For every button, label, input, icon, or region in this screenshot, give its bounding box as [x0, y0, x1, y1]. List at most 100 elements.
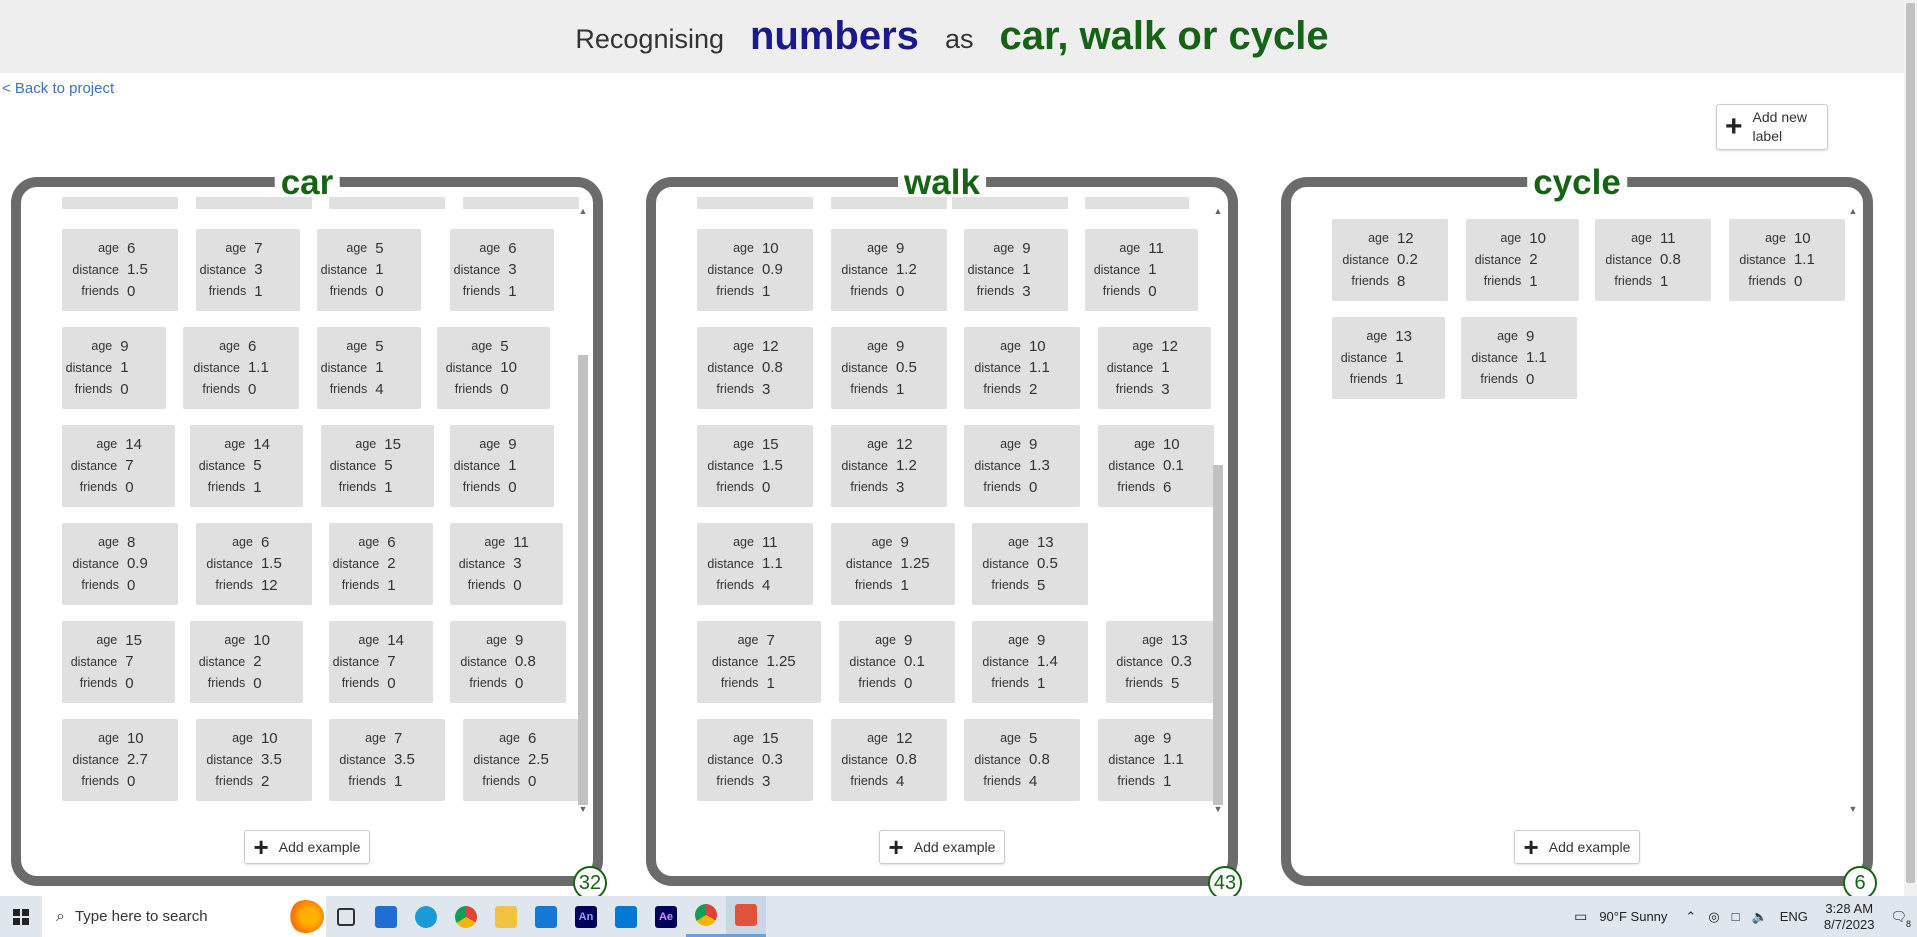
example-card-partial[interactable]	[62, 197, 178, 209]
example-card[interactable]: age 5 distance 10 friends 0	[437, 327, 550, 409]
examples-scrollbar[interactable]: ▲ ▼	[1847, 205, 1859, 815]
example-card[interactable]: age 10 distance 1.1 friends 0	[1729, 219, 1845, 301]
example-card[interactable]: age 9 distance 1.3 friends 0	[964, 425, 1080, 507]
example-card-partial[interactable]	[463, 197, 579, 209]
language-indicator[interactable]: ENG	[1780, 909, 1808, 924]
scroll-down-icon[interactable]: ▼	[1847, 803, 1859, 815]
examples-list[interactable]: age 12 distance 0.2 friends 8 age 10 distance 2 fr…	[1311, 197, 1851, 812]
example-card[interactable]: age 7 distance 3 friends 1	[196, 229, 300, 311]
example-card[interactable]: age 15 distance 1.5 friends 0	[697, 425, 813, 507]
add-new-label-button[interactable]: + Add new label	[1716, 104, 1828, 150]
example-card[interactable]: age 10 distance 2 friends 1	[1466, 219, 1579, 301]
example-card-partial[interactable]	[329, 197, 445, 209]
example-card[interactable]: age 14 distance 5 friends 1	[190, 425, 303, 507]
meet-now-icon[interactable]: ◎	[1708, 909, 1719, 925]
example-card[interactable]: age 12 distance 0.8 friends 3	[697, 327, 813, 409]
example-card[interactable]: age 6 distance 1.1 friends 0	[183, 327, 299, 409]
example-card[interactable]: age 11 distance 1 friends 0	[1085, 229, 1198, 311]
example-card[interactable]: age 15 distance 0.3 friends 3	[697, 719, 813, 801]
example-card[interactable]: age 14 distance 7 friends 0	[329, 621, 433, 703]
example-card[interactable]: age 7 distance 1.25 friends 1	[697, 621, 821, 703]
example-card[interactable]: age 9 distance 0.8 friends 0	[450, 621, 566, 703]
scroll-down-icon[interactable]: ▼	[577, 803, 589, 815]
scroll-thumb[interactable]	[578, 355, 588, 805]
back-to-project-link[interactable]: < Back to project	[2, 80, 114, 97]
scroll-up-icon[interactable]: ▲	[1847, 205, 1859, 217]
example-card[interactable]: age 5 distance 1 friends 4	[317, 327, 421, 409]
page-scrollbar[interactable]	[1904, 0, 1917, 896]
example-card[interactable]: age 6 distance 1.5 friends 12	[196, 523, 312, 605]
example-card[interactable]: age 9 distance 1 friends 0	[62, 327, 166, 409]
example-card[interactable]: age 5 distance 0.8 friends 4	[964, 719, 1080, 801]
example-card-partial[interactable]	[196, 197, 312, 209]
chevron-up-icon[interactable]: ⌃	[1685, 909, 1696, 925]
example-card[interactable]: age 9 distance 0.5 friends 1	[831, 327, 947, 409]
example-card[interactable]: age 13 distance 0.5 friends 5	[972, 523, 1088, 605]
examples-scrollbar[interactable]: ▲ ▼	[1212, 205, 1224, 815]
chrome-icon[interactable]	[446, 896, 486, 937]
network-icon[interactable]: □	[1732, 909, 1740, 924]
chrome-profile-icon[interactable]	[686, 896, 726, 937]
example-card[interactable]: age 5 distance 1 friends 0	[317, 229, 421, 311]
example-card[interactable]: age 14 distance 7 friends 0	[62, 425, 175, 507]
example-card[interactable]: age 13 distance 1 friends 1	[1332, 317, 1445, 399]
examples-list[interactable]: age 6 distance 1.5 friends 0 age 7 distance 3 frie…	[41, 197, 581, 812]
example-card[interactable]: age 6 distance 3 friends 1	[450, 229, 554, 311]
example-card[interactable]: age 9 distance 1.1 friends 0	[1461, 317, 1577, 399]
edge-icon[interactable]	[406, 896, 446, 937]
examples-list[interactable]: age 10 distance 0.9 friends 1 age 9 distance 1.2 f…	[676, 197, 1216, 812]
scroll-down-icon[interactable]: ▼	[1212, 803, 1224, 815]
example-card[interactable]: age 9 distance 1.4 friends 1	[972, 621, 1088, 703]
example-card[interactable]: age 10 distance 1.1 friends 2	[964, 327, 1080, 409]
add-example-button[interactable]: + Add example	[1514, 830, 1640, 864]
example-card[interactable]: age 10 distance 2 friends 0	[190, 621, 303, 703]
example-card[interactable]: age 10 distance 0.1 friends 6	[1098, 425, 1214, 507]
example-card[interactable]: age 9 distance 1.1 friends 1	[1098, 719, 1214, 801]
after-effects-icon[interactable]: Ae	[646, 896, 686, 937]
example-card[interactable]: age 13 distance 0.3 friends 5	[1106, 621, 1216, 703]
example-card[interactable]: age 11 distance 0.8 friends 1	[1595, 219, 1711, 301]
example-card-partial[interactable]	[831, 197, 947, 209]
example-card[interactable]: age 15 distance 5 friends 1	[321, 425, 434, 507]
example-card[interactable]: age 11 distance 3 friends 0	[450, 523, 563, 605]
app-icon[interactable]	[726, 896, 766, 937]
example-card-partial[interactable]	[952, 197, 1068, 209]
example-card[interactable]: age 10 distance 3.5 friends 2	[196, 719, 312, 801]
mail-icon[interactable]	[526, 896, 566, 937]
notification-icon[interactable]: 🗨 8	[1890, 909, 1911, 929]
example-card[interactable]: age 15 distance 7 friends 0	[62, 621, 175, 703]
example-card[interactable]: age 6 distance 2 friends 1	[329, 523, 433, 605]
example-card[interactable]: age 9 distance 0.1 friends 0	[839, 621, 955, 703]
file-explorer-icon[interactable]	[486, 896, 526, 937]
page-scroll-thumb[interactable]	[1906, 3, 1915, 883]
example-card[interactable]: age 6 distance 1.5 friends 0	[62, 229, 178, 311]
example-card[interactable]: age 6 distance 2.5 friends 0	[463, 719, 579, 801]
scroll-up-icon[interactable]: ▲	[1212, 205, 1224, 217]
example-card[interactable]: age 10 distance 0.9 friends 1	[697, 229, 813, 311]
example-card[interactable]: age 12 distance 1.2 friends 3	[831, 425, 947, 507]
example-card[interactable]: age 12 distance 0.8 friends 4	[831, 719, 947, 801]
example-card[interactable]: age 11 distance 1.1 friends 4	[697, 523, 813, 605]
example-card[interactable]: age 9 distance 1.25 friends 1	[831, 523, 955, 605]
example-card[interactable]: age 10 distance 2.7 friends 0	[62, 719, 178, 801]
windows-start-icon[interactable]	[0, 896, 42, 937]
example-card[interactable]: age 8 distance 0.9 friends 0	[62, 523, 178, 605]
animate-icon[interactable]: An	[566, 896, 606, 937]
taskbar-search-box[interactable]: ⌕ Type here to search	[42, 896, 326, 937]
weather-text[interactable]: 90°F Sunny	[1599, 909, 1667, 924]
example-card[interactable]: age 12 distance 0.2 friends 8	[1332, 219, 1448, 301]
example-card-partial[interactable]	[1085, 197, 1189, 209]
vscode-icon[interactable]	[606, 896, 646, 937]
add-example-button[interactable]: + Add example	[244, 830, 370, 864]
example-card[interactable]: age 9 distance 1 friends 3	[964, 229, 1068, 311]
volume-icon[interactable]: 🔈	[1752, 909, 1768, 925]
example-card[interactable]: age 7 distance 3.5 friends 1	[329, 719, 445, 801]
add-example-button[interactable]: + Add example	[879, 830, 1005, 864]
examples-scrollbar[interactable]: ▲ ▼	[577, 205, 589, 815]
example-card-partial[interactable]	[697, 197, 813, 209]
example-card[interactable]: age 9 distance 1.2 friends 0	[831, 229, 947, 311]
task-view-icon[interactable]	[326, 896, 366, 937]
example-card[interactable]: age 9 distance 1 friends 0	[450, 425, 554, 507]
weather-icon[interactable]: ▭	[1574, 908, 1587, 925]
scroll-thumb[interactable]	[1213, 465, 1223, 805]
